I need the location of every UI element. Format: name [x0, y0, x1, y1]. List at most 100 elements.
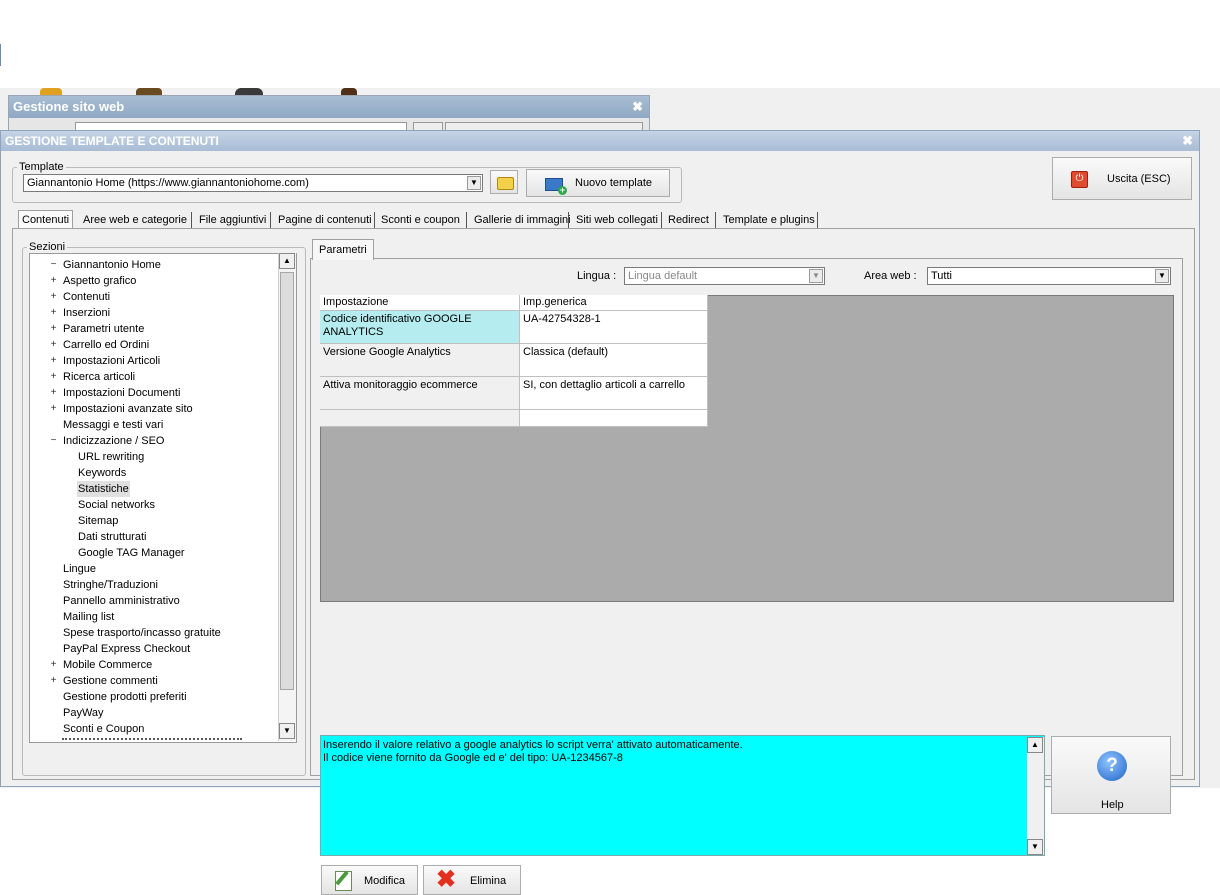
expand-icon[interactable]: + [49, 385, 58, 401]
grid-cell-value[interactable]: Classica (default) [520, 344, 708, 377]
tree-item[interactable]: Keywords [30, 465, 278, 481]
tree-item[interactable]: + Carrello ed Ordini [30, 337, 278, 353]
new-template-button[interactable]: + Nuovo template [526, 169, 670, 197]
tree-item[interactable]: + Impostazioni avanzate sito [30, 401, 278, 417]
tree-item[interactable]: Social networks [30, 497, 278, 513]
tree-item[interactable]: − Indicizzazione / SEO [30, 433, 278, 449]
chevron-down-icon[interactable]: ▼ [809, 269, 823, 283]
grid-cell-value[interactable] [520, 410, 708, 427]
tree-item[interactable]: Dati strutturati [30, 529, 278, 545]
tree-item[interactable]: + Inserzioni [30, 305, 278, 321]
expand-icon[interactable]: + [49, 353, 58, 369]
tab-siti-collegati[interactable]: Siti web collegati [573, 211, 661, 229]
tree-item[interactable]: + Impostazioni Documenti [30, 385, 278, 401]
tree-item[interactable]: − Giannantonio Home [30, 257, 278, 273]
tree-item-label: Google TAG Manager [78, 547, 185, 559]
tree-item[interactable]: Sconti e Coupon [30, 721, 278, 737]
tree-item[interactable]: Lingue [30, 561, 278, 577]
tree-item[interactable]: Messaggi e testi vari [30, 417, 278, 433]
tab-contenuti[interactable]: Contenuti [18, 210, 74, 229]
tree-item[interactable]: Mailing list [30, 609, 278, 625]
grid-cell-value[interactable]: SI, con dettaglio articoli a carrello [520, 377, 708, 410]
description-text: Inserendo il valore relativo a google an… [320, 735, 1045, 856]
tree-item-label: Contenuti [63, 291, 111, 303]
tree-item[interactable]: + Parametri utente [30, 321, 278, 337]
open-folder-button[interactable] [490, 170, 518, 194]
help-button[interactable]: ? Help [1051, 736, 1171, 814]
expand-icon[interactable]: + [49, 369, 58, 385]
toolbar-icon [341, 88, 357, 95]
tree-item[interactable]: + Gestione commenti [30, 673, 278, 689]
collapse-icon[interactable]: − [49, 257, 58, 273]
tab-parametri[interactable]: Parametri [312, 239, 374, 260]
template-select[interactable]: Giannantonio Home (https://www.giannanto… [23, 174, 483, 192]
expand-icon[interactable]: + [49, 289, 58, 305]
tree-item[interactable]: + Ricerca articoli [30, 369, 278, 385]
exit-label: Uscita (ESC) [1107, 173, 1171, 185]
modifica-button[interactable]: Modifica [321, 865, 418, 895]
tree-item[interactable]: Gestione prodotti preferiti [30, 689, 278, 705]
grid-cell-value[interactable]: UA-42754328-1 [520, 311, 708, 344]
description-scrollbar[interactable]: ▲ ▼ [1027, 737, 1044, 855]
tree-item[interactable]: PayWay [30, 705, 278, 721]
expand-icon[interactable]: + [49, 305, 58, 321]
collapse-icon[interactable]: − [49, 433, 58, 449]
tree-item-label: Mobile Commerce [63, 659, 153, 671]
tree-item[interactable]: Sitemap [30, 513, 278, 529]
close-icon[interactable]: ✖ [632, 96, 643, 118]
tree-item-label: Aspetto grafico [63, 275, 137, 287]
scroll-down-arrow-icon[interactable]: ▼ [1027, 839, 1043, 855]
tree-item[interactable]: + Impostazioni Articoli [30, 353, 278, 369]
tree-item[interactable]: URL rewriting [30, 449, 278, 465]
expand-icon[interactable]: + [49, 321, 58, 337]
language-label: Lingua : [577, 270, 617, 282]
area-web-select[interactable]: Tutti ▼ [927, 267, 1171, 285]
tree-item[interactable]: + Mobile Commerce [30, 657, 278, 673]
scroll-up-arrow-icon[interactable]: ▲ [1027, 737, 1043, 753]
tree-item[interactable]: Google TAG Manager [30, 545, 278, 561]
close-icon[interactable]: ✖ [1182, 131, 1193, 151]
chevron-down-icon[interactable]: ▼ [1155, 269, 1169, 283]
tree-item-label: PayPal Express Checkout [63, 643, 191, 655]
exit-button[interactable]: ⏻ Uscita (ESC) [1052, 157, 1192, 200]
grid-cell-setting[interactable]: Attiva monitoraggio ecommerce [320, 377, 520, 410]
elimina-button[interactable]: ✖ Elimina [423, 865, 521, 895]
scroll-thumb[interactable] [280, 272, 294, 690]
grid-cell-setting[interactable]: Versione Google Analytics [320, 344, 520, 377]
tree-scrollbar[interactable]: ▲ ▼ [278, 253, 296, 741]
scroll-down-arrow-icon[interactable]: ▼ [279, 723, 295, 739]
tree-item-label: Ricerca articoli [63, 371, 136, 383]
language-select[interactable]: Lingua default ▼ [624, 267, 825, 285]
tree-item[interactable]: Pannello amministrativo [30, 593, 278, 609]
expand-icon[interactable]: + [49, 657, 58, 673]
tree-item[interactable]: + Aspetto grafico [30, 273, 278, 289]
sections-tree[interactable]: − Giannantonio Home + Aspetto grafico + Conte… [29, 253, 297, 743]
chevron-down-icon[interactable]: ▼ [467, 176, 481, 190]
tab-pagine-contenuti[interactable]: Pagine di contenuti [275, 211, 375, 229]
grid-cell-setting[interactable]: Codice identificativo GOOGLE ANALYTICS [320, 311, 520, 344]
tree-item[interactable]: + Contenuti [30, 289, 278, 305]
tab-separator [568, 212, 569, 228]
scroll-up-arrow-icon[interactable]: ▲ [279, 253, 295, 269]
expand-icon[interactable]: + [49, 337, 58, 353]
tab-redirect[interactable]: Redirect [665, 211, 712, 229]
tree-item[interactable]: PayPal Express Checkout [30, 641, 278, 657]
tab-aree-web[interactable]: Aree web e categorie [80, 211, 190, 229]
tree-item[interactable]: Statistiche [30, 481, 278, 497]
expand-icon[interactable]: + [49, 673, 58, 689]
expand-icon[interactable]: + [49, 273, 58, 289]
tree-item[interactable]: Spese trasporto/incasso gratuite [30, 625, 278, 641]
tree-item[interactable]: Stringhe/Traduzioni [30, 577, 278, 593]
tree-item-label: URL rewriting [78, 451, 145, 463]
description-line: Il codice viene fornito da Google ed e' … [323, 752, 623, 764]
tab-file-aggiuntivi[interactable]: File aggiuntivi [196, 211, 269, 229]
tab-template-plugins[interactable]: Template e plugins [720, 211, 818, 229]
template-select-value: Giannantonio Home (https://www.giannanto… [27, 177, 309, 189]
expand-icon[interactable]: + [49, 401, 58, 417]
grid-cell-setting[interactable] [320, 410, 520, 427]
tab-sconti-coupon[interactable]: Sconti e coupon [378, 211, 463, 229]
tab-gallerie[interactable]: Gallerie di immagini [471, 211, 574, 229]
